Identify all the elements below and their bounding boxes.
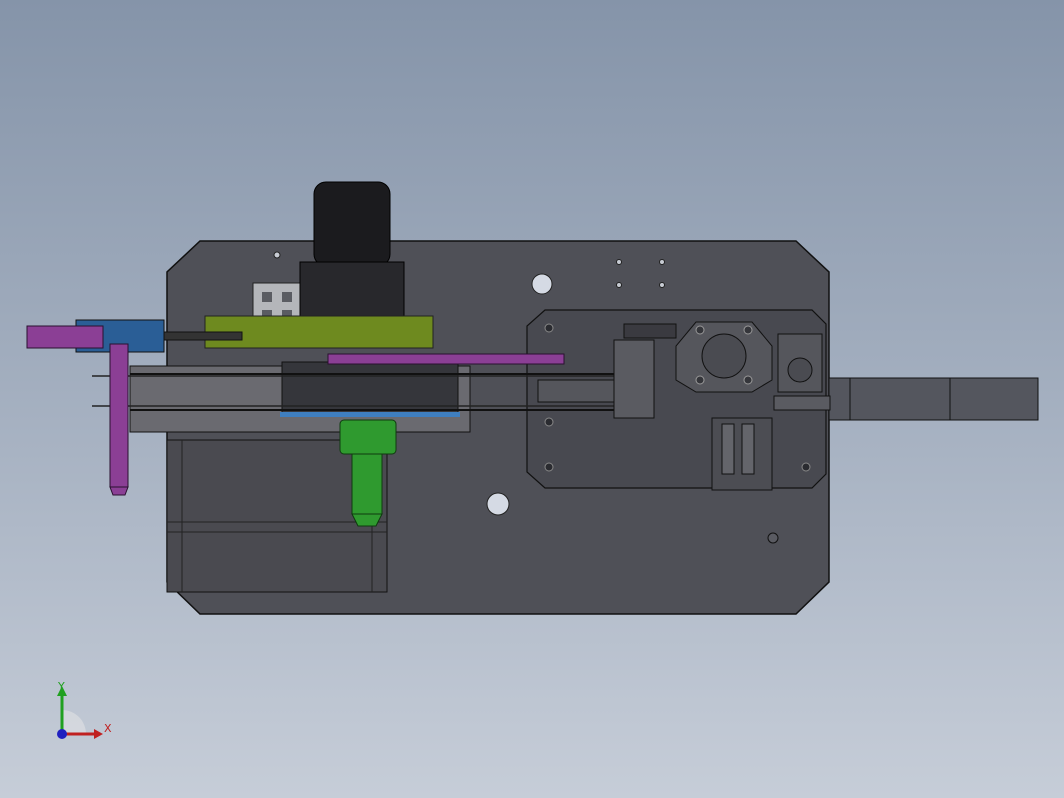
z-axis-dot (57, 729, 67, 739)
purple-rod[interactable] (109, 343, 129, 488)
mount-hole (544, 323, 554, 333)
green-coupling-top[interactable] (339, 419, 397, 455)
base-hole-top (531, 273, 553, 295)
base-small-hole (616, 259, 622, 265)
base-small-hole (659, 259, 665, 265)
cad-model[interactable] (0, 0, 1064, 798)
lead-screw[interactable] (159, 331, 243, 341)
slider-handle[interactable] (623, 323, 677, 339)
base-small-hole (273, 251, 281, 259)
bearing[interactable] (701, 333, 747, 379)
base-screw (767, 532, 779, 544)
right-rail[interactable] (828, 377, 1039, 421)
mount-hole (544, 417, 554, 427)
mount-hole (544, 462, 554, 472)
purple-spring[interactable] (26, 325, 104, 349)
purple-link-bar[interactable] (327, 353, 565, 365)
graphics-viewport[interactable]: Y X (0, 0, 1064, 798)
base-hole-bottom (486, 492, 510, 516)
x-axis-label: X (104, 722, 112, 735)
y-axis-label: Y (58, 680, 65, 693)
base-small-hole (659, 282, 665, 288)
mount-hole (801, 462, 811, 472)
green-coupling-shaft[interactable] (351, 453, 383, 515)
gear-motor[interactable] (313, 181, 391, 267)
valve-block[interactable] (613, 339, 655, 419)
base-small-hole (616, 282, 622, 288)
